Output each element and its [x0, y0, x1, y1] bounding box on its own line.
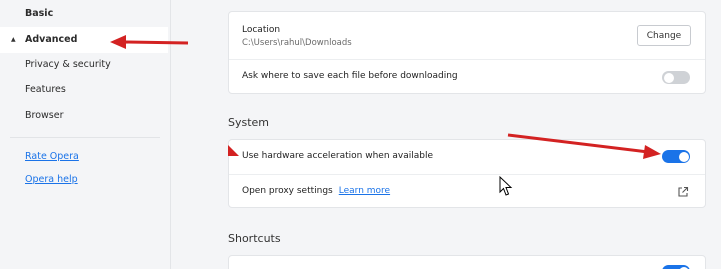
- sidebar-item-basic[interactable]: Basic: [0, 1, 168, 27]
- hardware-acceleration-row: Use hardware acceleration when available: [229, 140, 705, 174]
- location-row: Location C:\Users\rahul\Downloads Change: [229, 12, 705, 59]
- shortcuts-section-title: Shortcuts: [228, 232, 281, 245]
- location-label: Location: [242, 25, 281, 35]
- proxy-settings-row[interactable]: Open proxy settings Learn more: [229, 174, 705, 208]
- sidebar-item-browser[interactable]: Browser: [0, 103, 168, 129]
- shortcuts-toggle[interactable]: [662, 265, 690, 269]
- sidebar-item-features[interactable]: Features: [0, 77, 168, 103]
- ask-save-row: Ask where to save each file before downl…: [229, 59, 705, 94]
- hardware-acceleration-label: Use hardware acceleration when available: [242, 151, 434, 161]
- toggle-knob: [678, 151, 689, 162]
- system-card: Use hardware acceleration when available…: [228, 139, 706, 208]
- sidebar: Basic ▲ Advanced Privacy & security Feat…: [0, 0, 171, 269]
- sidebar-item-label: Features: [25, 84, 66, 95]
- toggle-knob: [663, 72, 674, 83]
- system-section-title: System: [228, 116, 270, 129]
- shortcuts-card: [228, 255, 706, 269]
- learn-more-link[interactable]: Learn more: [339, 186, 390, 196]
- proxy-settings-label: Open proxy settings Learn more: [242, 186, 390, 196]
- sidebar-divider: [10, 137, 160, 138]
- open-external-icon[interactable]: [677, 186, 689, 198]
- proxy-settings-text: Open proxy settings: [242, 186, 333, 196]
- ask-save-toggle[interactable]: [662, 71, 690, 84]
- caret-up-icon: ▲: [11, 36, 16, 43]
- change-location-button[interactable]: Change: [637, 25, 691, 46]
- sidebar-item-label: Advanced: [25, 34, 78, 45]
- downloads-card: Location C:\Users\rahul\Downloads Change…: [228, 11, 706, 94]
- settings-window: Basic ▲ Advanced Privacy & security Feat…: [0, 0, 721, 269]
- sidebar-item-label: Basic: [25, 8, 54, 19]
- sidebar-item-label: Privacy & security: [25, 59, 111, 70]
- ask-save-label: Ask where to save each file before downl…: [242, 71, 458, 81]
- location-path: C:\Users\rahul\Downloads: [242, 38, 352, 48]
- hardware-acceleration-toggle[interactable]: [662, 150, 690, 163]
- sidebar-item-advanced[interactable]: ▲ Advanced: [0, 27, 168, 53]
- opera-help-link[interactable]: Opera help: [25, 174, 78, 185]
- rate-opera-link[interactable]: Rate Opera: [25, 151, 79, 162]
- sidebar-item-label: Browser: [25, 110, 64, 121]
- sidebar-item-privacy-security[interactable]: Privacy & security: [0, 52, 168, 78]
